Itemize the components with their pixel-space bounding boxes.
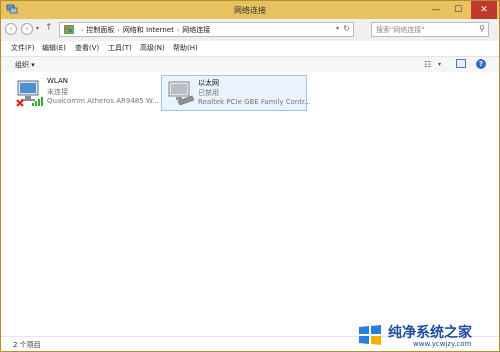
view-options-dropdown[interactable]: ▾ xyxy=(438,61,441,68)
forward-button[interactable]: › xyxy=(21,23,33,35)
breadcrumb-separator: › xyxy=(81,27,84,34)
wireless-adapter-icon xyxy=(16,80,43,107)
help-icon[interactable]: ? xyxy=(476,59,486,69)
connection-name: 以太网 xyxy=(198,79,219,87)
connections-list: WLAN 未连接 Qualcomm Atheros AR9485 W... 以太… xyxy=(1,72,499,337)
organize-button[interactable]: 组织 ▾ xyxy=(15,60,35,70)
menu-view[interactable]: 查看(V) xyxy=(75,43,99,53)
control-panel-icon xyxy=(64,25,74,34)
watermark-logo-icon xyxy=(359,325,381,345)
command-bar: 组织 ▾ ☷ ▾ ? xyxy=(1,56,499,73)
menu-file[interactable]: 文件(F) xyxy=(11,43,35,53)
breadcrumb-separator: › xyxy=(176,27,180,34)
breadcrumb: › 控制面板 › 网络和 Internet › 网络连接 xyxy=(78,25,210,35)
close-button[interactable]: ✕ xyxy=(471,1,497,19)
connection-item-wlan[interactable]: WLAN 未连接 Qualcomm Atheros AR9485 W... xyxy=(11,75,159,111)
breadcrumb-separator: › xyxy=(117,27,120,34)
breadcrumb-control-panel[interactable]: 控制面板 xyxy=(86,26,114,34)
menu-bar: 文件(F) 编辑(E) 查看(V) 工具(T) 高级(N) 帮助(H) xyxy=(1,41,499,55)
breadcrumb-network-connections[interactable]: 网络连接 xyxy=(182,26,210,34)
connection-item-ethernet[interactable]: 以太网 已禁用 Realtek PCIe GBE Family Contr... xyxy=(161,75,311,111)
address-dropdown-icon[interactable]: ▾ xyxy=(336,25,339,32)
search-icon[interactable]: ⚲ xyxy=(479,24,485,33)
ethernet-adapter-icon xyxy=(168,81,195,106)
search-placeholder: 搜索"网络连接" xyxy=(376,26,425,34)
connection-device: Qualcomm Atheros AR9485 W... xyxy=(47,97,159,105)
address-row: ‹ › ▾ ↑ › 控制面板 › 网络和 Internet › 网络连接 ▾ ↻ 搜索"网… xyxy=(1,19,499,41)
connection-status: 未连接 xyxy=(47,88,68,96)
menu-tools[interactable]: 工具(T) xyxy=(108,43,132,53)
change-view-icon[interactable]: ☷ xyxy=(424,60,431,69)
item-count: 2 个项目 xyxy=(13,341,41,349)
title-bar[interactable]: 网络连接 — ☐ ✕ xyxy=(1,1,499,19)
breadcrumb-network-internet[interactable]: 网络和 Internet xyxy=(123,26,174,34)
minimize-button[interactable]: — xyxy=(425,1,447,19)
explorer-window: 网络连接 — ☐ ✕ ‹ › ▾ ↑ › 控制面板 › 网络和 Internet › 网络… xyxy=(0,0,500,352)
watermark-url: www.ycwjzy.com xyxy=(413,340,472,348)
maximize-button[interactable]: ☐ xyxy=(447,1,469,19)
menu-advanced[interactable]: 高级(N) xyxy=(140,43,165,53)
refresh-icon[interactable]: ↻ xyxy=(343,24,350,33)
menu-edit[interactable]: 编辑(E) xyxy=(42,43,66,53)
site-watermark: 纯净系统之家 www.ycwjzy.com xyxy=(355,321,495,351)
connection-status: 已禁用 xyxy=(198,89,219,97)
preview-pane-icon[interactable] xyxy=(456,59,466,68)
back-button[interactable]: ‹ xyxy=(5,23,17,35)
up-button[interactable]: ↑ xyxy=(45,23,53,33)
connection-name: WLAN xyxy=(47,77,69,85)
connection-device: Realtek PCIe GBE Family Contr... xyxy=(198,98,312,106)
address-bar[interactable]: › 控制面板 › 网络和 Internet › 网络连接 ▾ ↻ xyxy=(59,22,354,37)
recent-locations-dropdown[interactable]: ▾ xyxy=(36,25,39,32)
watermark-text: 纯净系统之家 xyxy=(388,325,472,341)
menu-help[interactable]: 帮助(H) xyxy=(173,43,198,53)
search-input[interactable]: 搜索"网络连接" ⚲ xyxy=(371,22,489,37)
